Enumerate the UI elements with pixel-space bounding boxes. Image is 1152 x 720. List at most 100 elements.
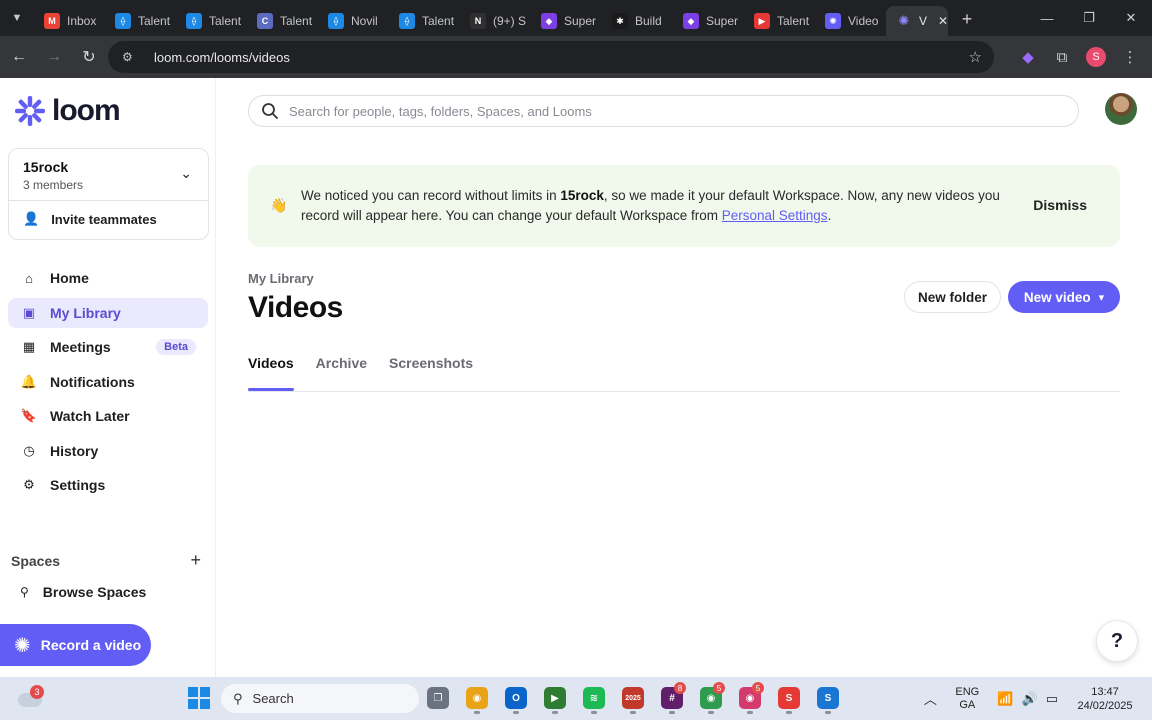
language-layout: GA	[959, 698, 976, 711]
forward-button[interactable]: →	[38, 41, 70, 73]
library-icon: ▣	[22, 304, 36, 320]
tab-list: M Inbox ⟠ Talent ⟠ Talent C Talent ⟠ Novil ⟠ Talent…	[34, 0, 886, 36]
tab-11[interactable]: ✺ Video	[815, 6, 886, 36]
clock[interactable]: 13:47 24/02/2025	[1066, 685, 1152, 713]
tab-label: Build	[635, 14, 662, 28]
show-hidden-icons-icon[interactable]: ︿	[915, 689, 945, 708]
workspace-members: 3 members	[23, 178, 84, 192]
battery-icon: ▭	[1045, 690, 1058, 706]
meet-taskbar-button[interactable]: ▶	[541, 682, 569, 714]
new-tab-button[interactable]: +	[952, 4, 982, 34]
chrome-profile-taskbar-button[interactable]: ◉ 5	[697, 682, 725, 714]
spaces-header: Spaces +	[11, 550, 201, 571]
gear-icon: ⚙	[23, 477, 35, 492]
chrome-profile2-taskbar-button[interactable]: ◉ 5	[736, 682, 764, 714]
tab-search-menu-icon[interactable]: ▼	[0, 0, 34, 36]
workspace-selector[interactable]: 15rock 3 members ⌄	[9, 149, 208, 201]
browser-menu-icon[interactable]: ⋮	[1116, 43, 1144, 71]
windows-start-icon[interactable]	[188, 687, 210, 709]
help-button[interactable]: ?	[1096, 620, 1138, 662]
add-user-icon: 👤	[23, 211, 40, 226]
personal-settings-link[interactable]: Personal Settings	[722, 208, 828, 223]
tab-label: Talent	[209, 14, 242, 28]
minimize-icon[interactable]: —	[1026, 0, 1068, 36]
banner-text-3: .	[827, 208, 832, 223]
sidebar-item-notifications[interactable]: 🔔 Notifications	[8, 367, 208, 397]
tab-9[interactable]: ◆ Super	[673, 6, 744, 36]
tab-screenshots[interactable]: Screenshots	[389, 355, 473, 391]
sidebar-item-label: Notifications	[50, 373, 135, 390]
record-video-button[interactable]: ✺ Record a video	[0, 624, 151, 666]
banner-message: We noticed you can record without limits…	[301, 186, 1021, 226]
notion-icon: N	[470, 13, 486, 29]
tab-7[interactable]: ◆ Super	[531, 6, 602, 36]
invite-teammates-button[interactable]: 👤 Invite teammates	[9, 201, 208, 237]
slack-taskbar-button[interactable]: #8	[658, 682, 686, 714]
close-window-icon[interactable]: ✕	[1110, 0, 1152, 36]
spotify-icon: ≋	[583, 687, 605, 709]
back-button[interactable]: ←	[3, 41, 35, 73]
s-app-taskbar-button[interactable]: S	[814, 682, 842, 714]
search-bar[interactable]	[248, 95, 1079, 127]
smallpdf-taskbar-button[interactable]: S	[775, 682, 803, 714]
talent-icon: ⟠	[115, 13, 131, 29]
tab-3[interactable]: C Talent	[247, 6, 318, 36]
extensions-puzzle-icon[interactable]: ⧉	[1048, 43, 1076, 71]
tab-label: Video	[848, 14, 879, 28]
sidebar-item-home[interactable]: ⌂ Home	[8, 263, 208, 293]
outlook-taskbar-button[interactable]: O	[502, 682, 530, 714]
calendar-app-taskbar-button[interactable]: 2025	[619, 682, 647, 714]
tab-1[interactable]: ⟠ Talent	[105, 6, 176, 36]
loom-logo[interactable]: loom	[14, 94, 121, 128]
toolbar-actions: ◆ ⧉ S ⋮	[1014, 36, 1152, 78]
tab-label: Talent	[777, 14, 810, 28]
address-bar[interactable]: ⚙ loom.com/looms/videos ☆	[108, 41, 994, 73]
tab-0[interactable]: M Inbox	[34, 6, 105, 36]
record-video-label: Record a video	[40, 637, 142, 653]
tab-videos[interactable]: Videos	[248, 355, 294, 391]
search-icon	[262, 103, 278, 119]
talent-icon: ⟠	[399, 13, 415, 29]
browse-spaces-link[interactable]: ⚲ Browse Spaces	[20, 584, 146, 600]
sidebar-item-label: My Library	[50, 304, 121, 321]
tab-10[interactable]: ▶ Talent	[744, 6, 815, 36]
breadcrumb[interactable]: My Library	[248, 271, 314, 286]
taskbar-search[interactable]: ⚲ Search	[221, 684, 419, 713]
tab-6[interactable]: N (9+) S	[460, 6, 531, 36]
search-input[interactable]	[289, 103, 1049, 119]
chevron-down-icon[interactable]: ⌄	[180, 165, 192, 182]
sidebar-item-my-library[interactable]: ▣ My Library	[8, 297, 208, 328]
chrome-taskbar-button[interactable]: ◉	[463, 682, 491, 714]
sidebar-item-settings[interactable]: ⚙ Settings	[8, 470, 208, 500]
tab-archive[interactable]: Archive	[316, 355, 367, 391]
weather-widget[interactable]: 3	[16, 685, 44, 711]
spotify-taskbar-button[interactable]: ≋	[580, 682, 608, 714]
sidebar-item-history[interactable]: ◷ History	[8, 436, 208, 466]
profile-button[interactable]: S	[1082, 43, 1110, 71]
tab-5[interactable]: ⟠ Talent	[389, 6, 460, 36]
system-icons[interactable]: 📶 🔊 ▭	[989, 691, 1066, 707]
running-indicator	[474, 711, 480, 714]
maximize-icon[interactable]: ❐	[1068, 0, 1110, 36]
language-indicator[interactable]: ENG GA	[945, 686, 989, 712]
user-avatar[interactable]	[1105, 93, 1137, 125]
clock-time: 13:47	[1091, 685, 1119, 698]
reload-button[interactable]: ↻	[73, 41, 105, 73]
site-info-icon[interactable]: ⚙	[122, 50, 140, 64]
bookmark-star-icon[interactable]: ☆	[969, 48, 982, 66]
task-view-taskbar-button[interactable]: ❐	[424, 682, 452, 714]
volume-icon: 🔊	[1021, 690, 1038, 706]
close-tab-icon[interactable]: ✕	[938, 14, 948, 28]
new-video-button[interactable]: New video ▾	[1008, 281, 1120, 313]
dismiss-button[interactable]: Dismiss	[1033, 197, 1087, 213]
new-folder-button[interactable]: New folder	[904, 281, 1001, 313]
tab-4[interactable]: ⟠ Novil	[318, 6, 389, 36]
tab-active[interactable]: ✺ V ✕	[886, 6, 948, 36]
extension-icon[interactable]: ◆	[1014, 43, 1042, 71]
sidebar-item-watch-later[interactable]: 🔖 Watch Later	[8, 401, 208, 431]
tab-8[interactable]: ✱ Build	[602, 6, 673, 36]
sidebar-item-meetings[interactable]: ▦ Meetings Beta	[8, 332, 208, 362]
running-indicator	[786, 711, 792, 714]
tab-2[interactable]: ⟠ Talent	[176, 6, 247, 36]
add-space-button[interactable]: +	[190, 550, 201, 571]
